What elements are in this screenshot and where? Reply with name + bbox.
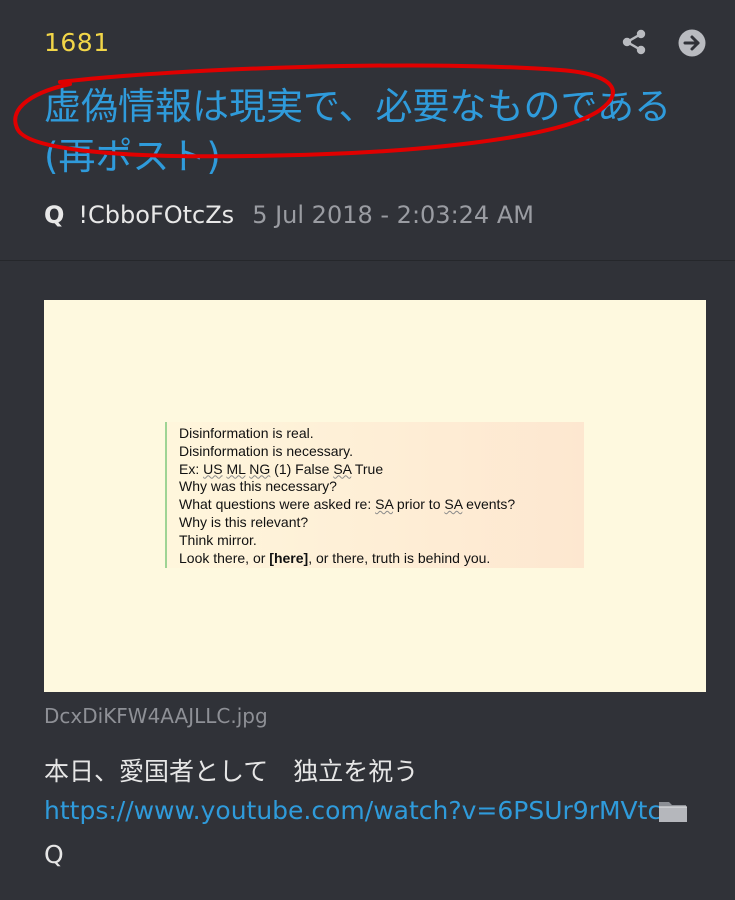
image-text-fragment: prior to	[393, 496, 445, 513]
image-text-fragment: Look there, or	[179, 549, 270, 566]
image-text-fragment: True	[351, 460, 384, 477]
image-text-fragment: SA	[333, 460, 352, 477]
image-text-fragment: (1) False	[270, 460, 334, 477]
image-text-fragment: , or there, truth is behind you.	[308, 549, 491, 566]
divider	[0, 260, 735, 261]
image-text-line: Think mirror.	[179, 531, 257, 548]
attachment-filename[interactable]: DcxDiKFW4AAJLLC.jpg	[44, 704, 268, 728]
image-text-fragment: NG	[249, 460, 271, 477]
image-text-fragment: SA	[444, 496, 463, 513]
image-text-fragment: What questions were asked re:	[179, 496, 376, 513]
post-body-text: 本日、愛国者として 独立を祝う	[44, 757, 419, 786]
attachment-image[interactable]: Disinformation is real. Disinformation i…	[44, 300, 706, 692]
youtube-link[interactable]: https://www.youtube.com/watch?v=6PSUr9rM…	[44, 796, 661, 825]
post-number: 1681	[44, 28, 110, 57]
post-card: 1681 虚偽情報は現実で、必要なものである(再ポスト) Q !CbboFOtc…	[0, 0, 735, 900]
image-text-line: Disinformation is real.	[179, 425, 314, 441]
post-signature: Q	[44, 840, 64, 869]
image-text-fragment: events?	[462, 496, 516, 513]
image-text-line: Disinformation is necessary.	[179, 442, 354, 459]
image-text-line: What questions were asked re: SA prior t…	[179, 496, 584, 514]
post-meta: Q !CbboFOtcZs 5 Jul 2018 - 2:03:24 AM	[44, 198, 534, 232]
image-text-line: Look there, or [here], or there, truth i…	[179, 550, 584, 568]
image-text-line: Why was this necessary?	[179, 478, 337, 495]
image-text-fragment: Ex:	[179, 460, 204, 477]
post-title: 虚偽情報は現実で、必要なものである(再ポスト)	[44, 85, 672, 178]
image-text-fragment: ML	[226, 460, 246, 477]
folder-icon[interactable]	[657, 797, 689, 825]
image-quote-box: Disinformation is real. Disinformation i…	[165, 422, 584, 568]
image-text-fragment: SA	[375, 496, 394, 513]
tripcode: !CbboFOtcZs	[78, 201, 235, 229]
image-text-fragment: US	[203, 460, 223, 477]
image-text-fragment: [here]	[269, 549, 309, 566]
share-icon[interactable]	[620, 28, 648, 56]
image-text-line: Ex: US ML NG (1) False SA True	[179, 461, 584, 479]
post-timestamp: 5 Jul 2018 - 2:03:24 AM	[252, 201, 534, 229]
author-name: Q	[44, 201, 65, 229]
arrow-right-circle-icon[interactable]	[677, 28, 707, 58]
image-text-line: Why is this relevant?	[179, 513, 309, 530]
